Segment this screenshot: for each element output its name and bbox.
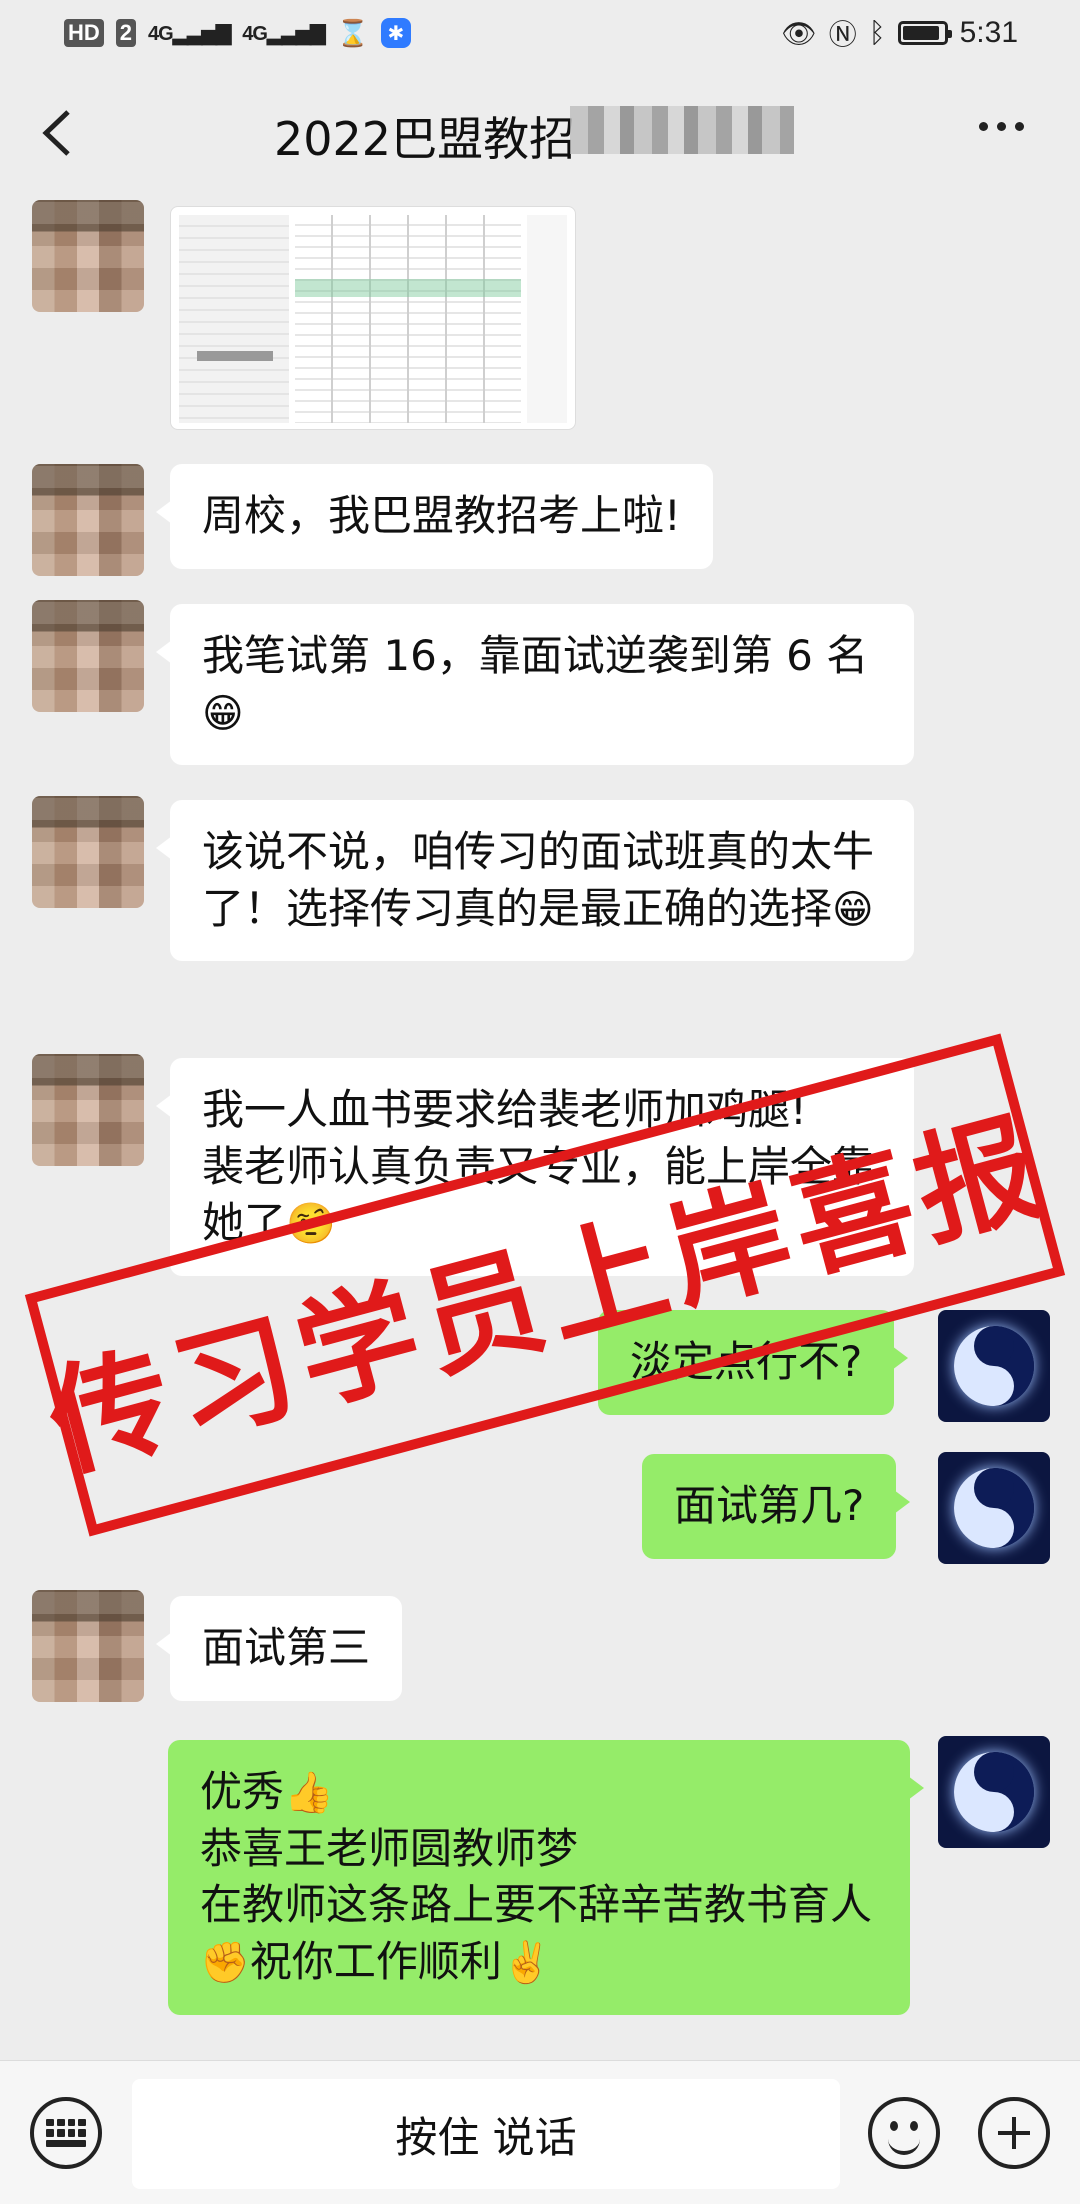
sim-indicator: 2 [115,19,137,47]
avatar[interactable] [32,600,144,712]
input-bar: 按住 说话 [0,2060,1080,2204]
fist-emoji-icon: ✊ [200,1940,250,1987]
avatar[interactable] [938,1452,1050,1564]
status-bar: HD 2 4G▂▃▅▇ 4G▂▃▅▇ ⌛ ✱ 👁 Ⓝ ᛒ 5:31 [0,0,1080,66]
chat-title: 2022巴盟教招 [274,112,576,166]
yin-yang-icon [954,1752,1034,1832]
avatar[interactable] [32,796,144,908]
title-mosaic [570,106,794,154]
yin-yang-icon [954,1468,1034,1548]
avatar[interactable] [938,1736,1050,1848]
avatar[interactable] [32,200,144,312]
hd-icon: HD [64,19,104,47]
thumbs-up-emoji-icon: 👍 [284,1770,334,1816]
avatar[interactable] [32,1590,144,1702]
grin-emoji-icon: 😁 [202,690,244,737]
signal-icon: 4G▂▃▅▇ [148,22,231,45]
message-bubble[interactable]: 优秀👍 恭喜王老师圆教师梦 在教师这条路上要不辞辛苦教书育人✊祝你工作顺利✌️ [168,1740,924,2015]
status-right: 👁 Ⓝ ᛒ 5:31 [781,13,1018,53]
message-bubble[interactable]: 面试第三 [155,1596,403,1701]
battery-icon [897,21,952,45]
message-bubble[interactable]: 淡定点行不? [598,1310,909,1415]
avatar[interactable] [32,1054,144,1166]
bluetooth-icon: ᛒ [868,17,886,48]
plus-icon[interactable] [978,2097,1050,2169]
nfc-icon: Ⓝ [828,19,857,50]
message-bubble[interactable]: 我一人血书要求给裴老师加鸡腿! 裴老师认真负责又专业，能上岸全靠她了🤨 [156,1058,914,1277]
message-bubble[interactable]: 周校，我巴盟教招考上啦! [156,464,713,569]
signal-icon-2: 4G▂▃▅▇ [242,22,325,45]
avatar[interactable] [32,464,144,576]
clock: 5:31 [959,16,1018,49]
message-bubble[interactable]: 我笔试第 16，靠面试逆袭到第 6 名 😁 [156,604,914,766]
message-bubble[interactable]: 该说不说，咱传习的面试班真的太牛了！选择传习真的是最正确的选择😁 [156,800,914,962]
message-bubble[interactable]: 面试第几? [642,1454,911,1559]
ellipsis-icon[interactable] [979,122,1024,131]
hourglass-icon: ⌛ [336,17,369,48]
emoji-icon[interactable] [868,2097,940,2169]
app-notification-icon: ✱ [380,18,411,48]
keyboard-icon[interactable] [30,2097,102,2169]
chat-header: 2022巴盟教招 [0,66,1080,198]
skeptical-emoji-icon: 🤨 [286,1201,336,1248]
image-message[interactable] [170,206,576,430]
victory-hand-emoji-icon: ✌️ [501,1940,552,1987]
grin-emoji-icon: 😁 [832,886,874,933]
eye-icon: 👁 [781,17,817,49]
yin-yang-icon [954,1326,1034,1406]
chevron-left-icon[interactable] [36,108,80,158]
avatar[interactable] [938,1310,1050,1422]
status-left: HD 2 4G▂▃▅▇ 4G▂▃▅▇ ⌛ ✱ [64,18,411,49]
hold-to-talk-button[interactable]: 按住 说话 [132,2079,840,2189]
